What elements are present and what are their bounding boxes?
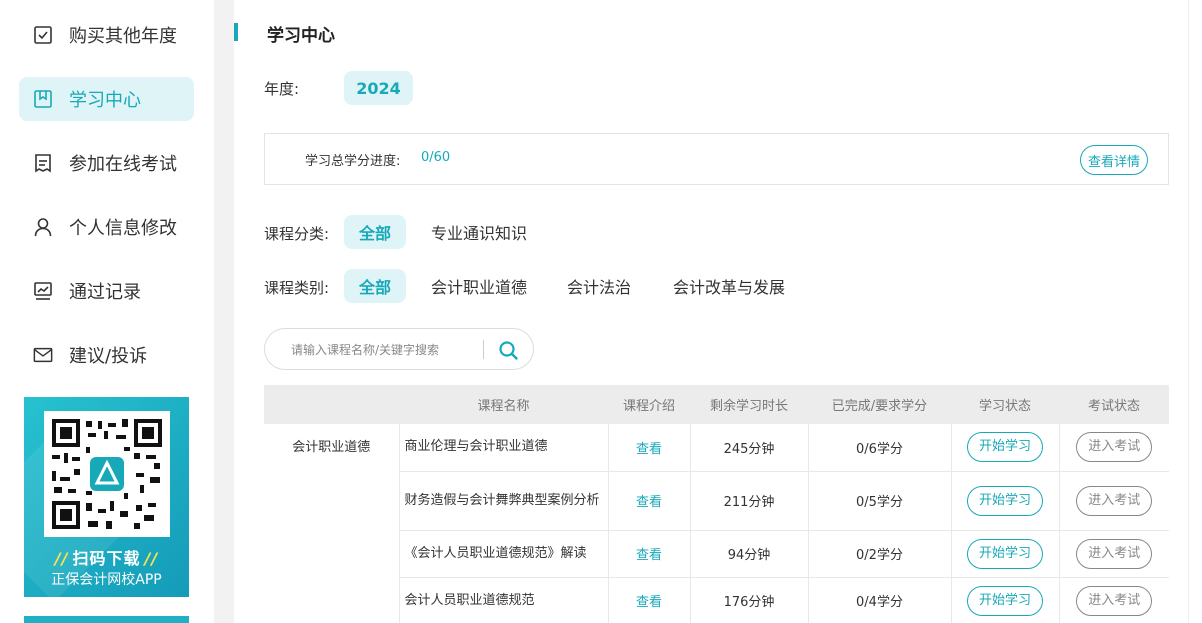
sidebar-item-label: 通过记录 (69, 282, 141, 303)
category-filter-label: 课程分类: (264, 225, 330, 243)
category-option-general[interactable]: 专业通识知识 (422, 215, 536, 249)
sidebar-item-study-center[interactable]: 学习中心 (19, 77, 194, 121)
sidebar-item-label: 参加在线考试 (69, 154, 177, 175)
category-option-all[interactable]: 全部 (344, 215, 406, 249)
course-name: 《会计人员职业道德规范》解读 (399, 530, 609, 578)
credits-progress: 0/2学分 (808, 530, 952, 578)
promo-subline: 正保会计网校APP (51, 572, 162, 588)
app-download-promo: //扫码下载// 正保会计网校APP (24, 397, 189, 597)
view-intro-link[interactable]: 查看 (636, 442, 662, 457)
course-search-box (264, 328, 534, 370)
header-course-name: 课程名称 (399, 385, 608, 424)
mail-icon (33, 345, 53, 365)
title-accent-bar (234, 23, 238, 41)
main-panel: 学习中心 年度: 2024 学习总学分进度: 0/60 查看详情 课程分类: 全… (234, 0, 1202, 623)
remaining-time: 245分钟 (690, 424, 809, 472)
course-table: 课程名称 课程介绍 剩余学习时长 已完成/要求学分 学习状态 考试状态 会计职业… (264, 385, 1169, 623)
remaining-time: 176分钟 (690, 577, 809, 623)
exam-doc-icon (33, 153, 53, 173)
remaining-time: 211分钟 (690, 471, 809, 531)
vertical-scrollbar[interactable] (1188, 0, 1202, 623)
user-icon (33, 217, 53, 237)
qr-code (44, 411, 170, 537)
type-option-reform[interactable]: 会计改革与发展 (664, 269, 794, 303)
header-credits: 已完成/要求学分 (808, 385, 951, 424)
table-row: 《会计人员职业道德规范》解读 查看 94分钟 0/2学分 开始学习 进入考试 (264, 530, 1169, 578)
table-header-row: 课程名称 课程介绍 剩余学习时长 已完成/要求学分 学习状态 考试状态 (264, 385, 1169, 424)
search-icon[interactable] (497, 339, 519, 361)
credits-progress: 0/6学分 (808, 424, 952, 472)
table-row: 会计职业道德 商业伦理与会计职业道德 查看 245分钟 0/6学分 开始学习 进… (264, 424, 1169, 623)
search-input[interactable] (291, 340, 471, 360)
progress-label: 学习总学分进度: (305, 154, 401, 169)
type-option-all[interactable]: 全部 (344, 269, 406, 303)
table-row: 财务造假与会计舞弊典型案例分析 查看 211分钟 0/5学分 开始学习 进入考试 (264, 471, 1169, 531)
sidebar-item-label: 个人信息修改 (69, 218, 177, 239)
start-study-button[interactable]: 开始学习 (967, 485, 1043, 516)
sidebar-item-profile-edit[interactable]: 个人信息修改 (19, 205, 194, 249)
start-study-button[interactable]: 开始学习 (967, 432, 1043, 463)
sidebar-item-online-exam[interactable]: 参加在线考试 (19, 141, 194, 185)
bookmark-icon (33, 89, 53, 109)
promo-headline: 扫码下载 (72, 549, 141, 568)
credit-progress-panel: 学习总学分进度: 0/60 查看详情 (264, 133, 1169, 185)
header-remaining-time: 剩余学习时长 (690, 385, 808, 424)
secondary-promo-banner (24, 616, 189, 623)
sidebar-item-pass-records[interactable]: 通过记录 (19, 269, 194, 313)
header-group (264, 385, 399, 424)
type-option-law[interactable]: 会计法治 (559, 269, 639, 303)
view-intro-link[interactable]: 查看 (636, 495, 662, 510)
year-selector[interactable]: 2024 (344, 71, 413, 105)
chart-icon (33, 281, 53, 301)
enter-exam-button[interactable]: 进入考试 (1076, 585, 1153, 616)
view-details-button[interactable]: 查看详情 (1080, 145, 1148, 175)
course-name: 财务造假与会计舞弊典型案例分析 (399, 471, 609, 531)
checkbox-icon (33, 25, 53, 45)
enter-exam-button[interactable]: 进入考试 (1076, 538, 1153, 569)
sidebar-item-label: 建议/投诉 (69, 346, 148, 367)
view-intro-link[interactable]: 查看 (636, 595, 662, 610)
enter-exam-button[interactable]: 进入考试 (1076, 432, 1153, 463)
sidebar-item-label: 学习中心 (69, 90, 141, 111)
sidebar: 购买其他年度 学习中心 参加在线考试 个人信息修改 通过记录 建议/投诉 // … (0, 0, 214, 623)
view-intro-link[interactable]: 查看 (636, 548, 662, 563)
sidebar-item-buy-other-years[interactable]: 购买其他年度 (19, 13, 194, 57)
start-study-button[interactable]: 开始学习 (967, 585, 1043, 616)
page-title: 学习中心 (267, 26, 335, 46)
enter-exam-button[interactable]: 进入考试 (1076, 485, 1153, 516)
course-name: 会计人员职业道德规范 (399, 577, 609, 623)
course-group-label: 会计职业道德 (264, 424, 400, 623)
credits-progress: 0/5学分 (808, 471, 952, 531)
credits-progress: 0/4学分 (808, 577, 952, 623)
year-label: 年度: (264, 80, 300, 98)
header-exam-status: 考试状态 (1059, 385, 1169, 424)
course-name: 商业伦理与会计职业道德 (399, 424, 609, 472)
sidebar-item-label: 购买其他年度 (69, 26, 177, 47)
header-intro: 课程介绍 (608, 385, 690, 424)
header-study-status: 学习状态 (951, 385, 1059, 424)
table-row: 会计人员职业道德规范 查看 176分钟 0/4学分 开始学习 进入考试 (264, 577, 1169, 623)
type-filter-label: 课程类别: (264, 279, 330, 297)
sidebar-item-feedback[interactable]: 建议/投诉 (19, 333, 194, 377)
type-option-ethics[interactable]: 会计职业道德 (422, 269, 536, 303)
start-study-button[interactable]: 开始学习 (967, 538, 1043, 569)
remaining-time: 94分钟 (690, 530, 809, 578)
progress-value: 0/60 (421, 150, 451, 165)
